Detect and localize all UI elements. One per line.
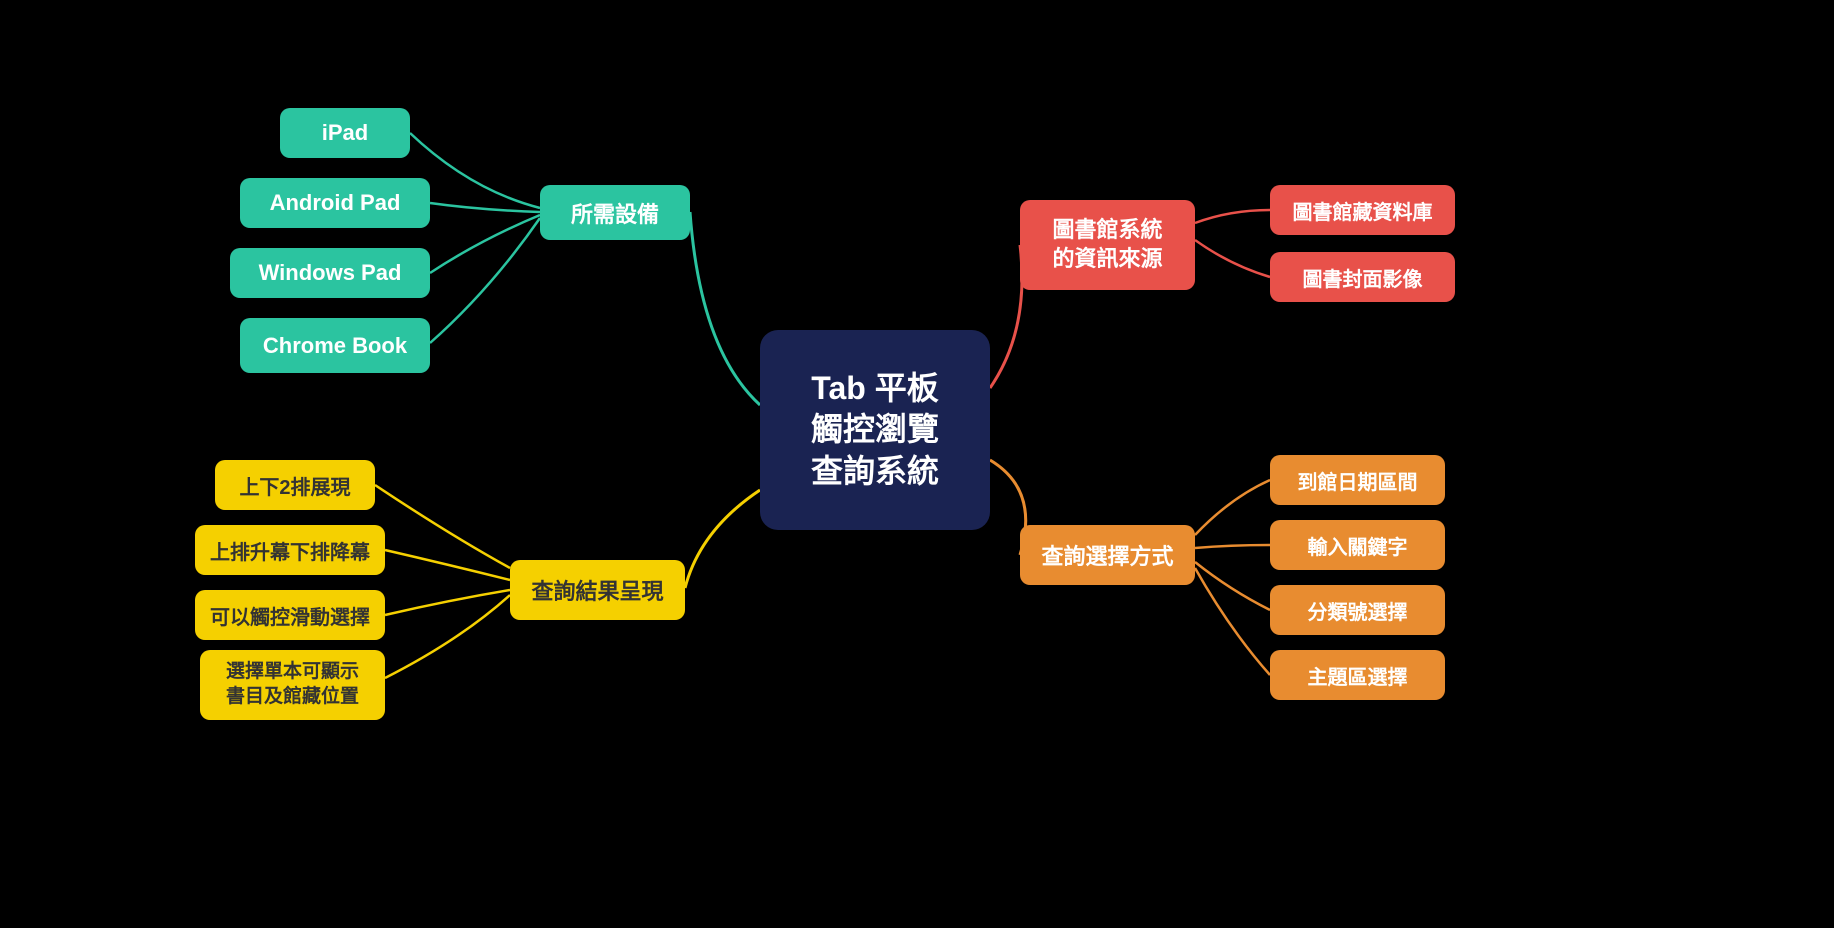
node-touch: 可以觸控滑動選擇 — [195, 590, 385, 640]
touch-label: 可以觸控滑動選擇 — [210, 601, 370, 630]
chromebook-label: Chrome Book — [263, 333, 407, 359]
node-theme: 主題區選擇 — [1270, 650, 1445, 700]
mindmap-container: Tab 平板 觸控瀏覽 查詢系統 所需設備 iPad Android Pad W… — [0, 0, 1834, 928]
node-windowspad: Windows Pad — [230, 248, 430, 298]
uprise-label: 上排升幕下排降幕 — [210, 536, 370, 565]
query-method-label: 查詢選擇方式 — [1041, 539, 1173, 571]
node-keyword: 輸入關鍵字 — [1270, 520, 1445, 570]
date-label: 到館日期區間 — [1298, 466, 1418, 495]
node-uprise: 上排升幕下排降幕 — [195, 525, 385, 575]
keyword-label: 輸入關鍵字 — [1308, 531, 1408, 560]
node-updown: 上下2排展現 — [215, 460, 375, 510]
center-label: Tab 平板 觸控瀏覽 查詢系統 — [811, 368, 939, 493]
updown-label: 上下2排展現 — [239, 471, 350, 500]
book-cover-label: 圖書封面影像 — [1303, 263, 1423, 292]
ipad-label: iPad — [322, 120, 368, 146]
node-date: 到館日期區間 — [1270, 455, 1445, 505]
node-select: 選擇單本可顯示 書目及館藏位置 — [200, 650, 385, 720]
theme-label: 主題區選擇 — [1308, 661, 1408, 690]
branch-query-method: 查詢選擇方式 — [1020, 525, 1195, 585]
branch-library-source: 圖書館系統 的資訊來源 — [1020, 200, 1195, 290]
chaxun-label: 查詢結果呈現 — [531, 574, 663, 606]
node-category: 分類號選擇 — [1270, 585, 1445, 635]
node-androidpad: Android Pad — [240, 178, 430, 228]
library-source-label: 圖書館系統 的資訊來源 — [1052, 216, 1162, 273]
branch-souxu: 所需設備 — [540, 185, 690, 240]
branch-chaxun: 查詢結果呈現 — [510, 560, 685, 620]
souxu-label: 所需設備 — [571, 197, 659, 229]
node-chromebook: Chrome Book — [240, 318, 430, 373]
windowspad-label: Windows Pad — [259, 260, 402, 286]
library-db-label: 圖書館藏資料庫 — [1293, 196, 1433, 225]
node-book-cover: 圖書封面影像 — [1270, 252, 1455, 302]
node-library-db: 圖書館藏資料庫 — [1270, 185, 1455, 235]
category-label: 分類號選擇 — [1308, 596, 1408, 625]
select-label: 選擇單本可顯示 書目及館藏位置 — [226, 660, 359, 709]
center-node: Tab 平板 觸控瀏覽 查詢系統 — [760, 330, 990, 530]
androidpad-label: Android Pad — [270, 190, 401, 216]
node-ipad: iPad — [280, 108, 410, 158]
